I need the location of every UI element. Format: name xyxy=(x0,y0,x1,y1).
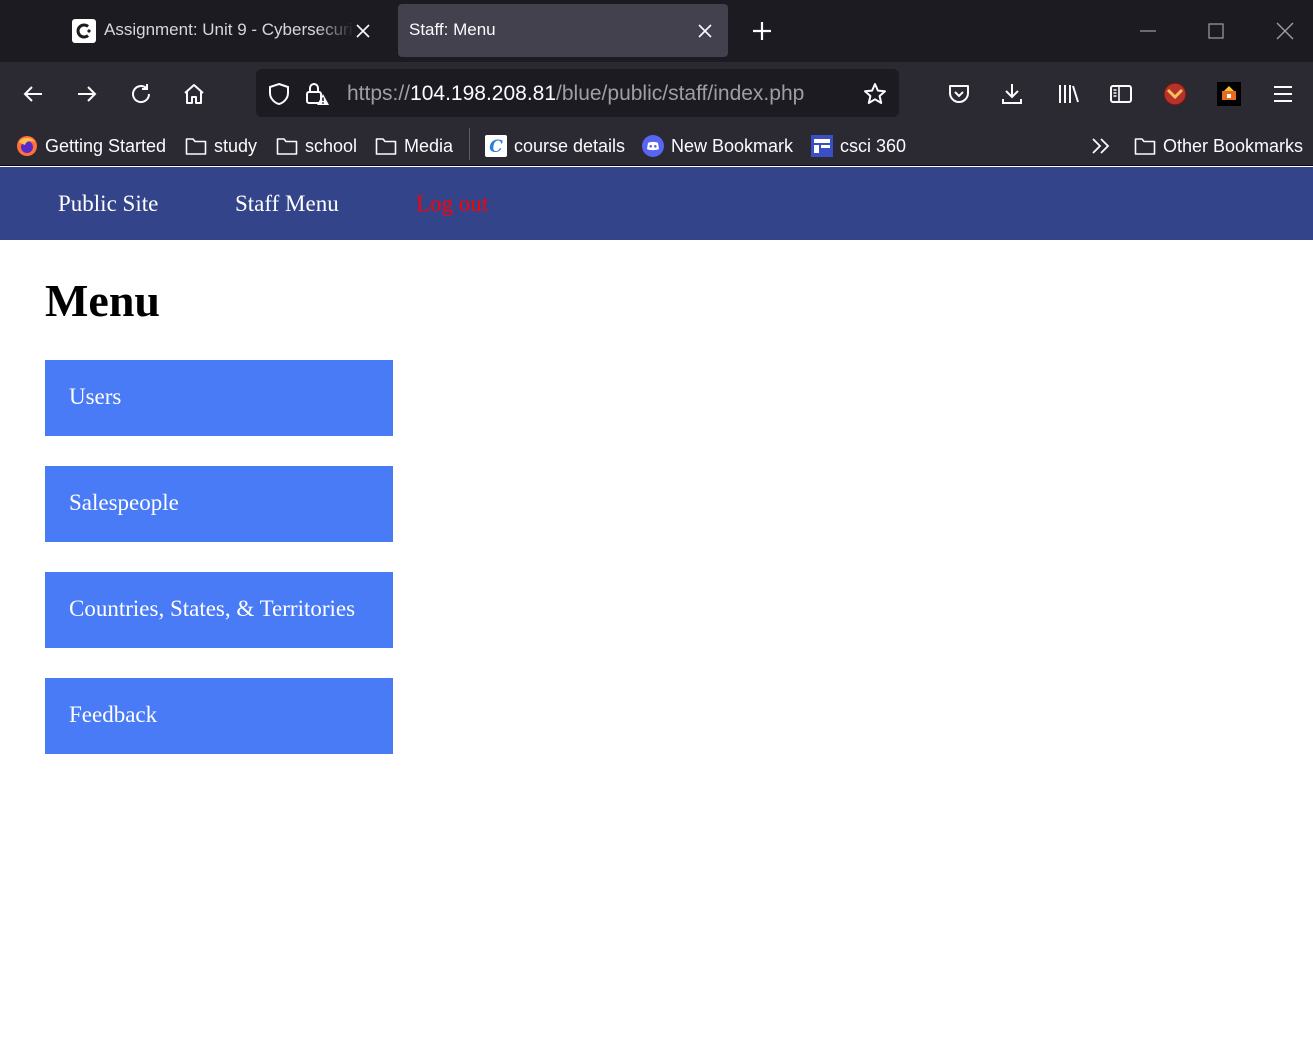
firefox-icon xyxy=(16,135,38,157)
staff-menu-list: Users Salespeople Countries, States, & T… xyxy=(45,360,393,784)
discord-icon xyxy=(642,135,664,157)
url-text[interactable]: https://104.198.208.81/blue/public/staff… xyxy=(347,82,804,106)
public-site-link[interactable]: Public Site xyxy=(58,191,158,217)
insecure-lock-icon[interactable] xyxy=(304,81,330,107)
bookmark-label: study xyxy=(214,135,258,156)
folder-icon xyxy=(185,135,207,157)
new-tab-icon[interactable] xyxy=(748,17,776,45)
close-tab-icon[interactable] xyxy=(352,20,374,42)
bookmarks-toolbar: Getting Started study school Media C cou… xyxy=(0,126,1313,166)
bookmark-folder-school[interactable]: school xyxy=(276,132,357,160)
close-window-icon[interactable] xyxy=(1268,14,1302,48)
folder-icon xyxy=(375,135,397,157)
maximize-icon[interactable] xyxy=(1199,14,1233,48)
calendar-icon xyxy=(811,135,833,157)
tab-staff-menu[interactable]: Staff: Menu xyxy=(398,4,728,57)
pocket-icon[interactable] xyxy=(941,76,977,112)
url-host: 104.198.208.81 xyxy=(410,82,557,105)
tab-title: Staff: Menu xyxy=(409,20,496,39)
reload-icon[interactable] xyxy=(123,76,159,112)
menu-item-users[interactable]: Users xyxy=(45,360,393,436)
minimize-icon[interactable] xyxy=(1131,14,1165,48)
bookmark-folder-media[interactable]: Media xyxy=(375,132,453,160)
tab-bar: Assignment: Unit 9 - Cybersecurity Staff… xyxy=(0,0,1313,62)
star-bookmark-icon[interactable] xyxy=(862,81,888,107)
more-bookmarks-chevron-icon[interactable] xyxy=(1090,132,1112,160)
back-icon[interactable] xyxy=(15,76,51,112)
bookmark-getting-started[interactable]: Getting Started xyxy=(16,132,166,160)
bookmark-label: school xyxy=(305,135,358,156)
extension-icon[interactable] xyxy=(1211,76,1247,112)
bookmark-folder-study[interactable]: study xyxy=(185,132,257,160)
url-bar[interactable]: https://104.198.208.81/blue/public/staff… xyxy=(256,69,899,117)
forward-icon[interactable] xyxy=(69,76,105,112)
canvas-c-icon xyxy=(72,19,96,43)
menu-item-feedback[interactable]: Feedback xyxy=(45,678,393,754)
staff-menu-link[interactable]: Staff Menu xyxy=(235,191,339,217)
bookmark-label: csci 360 xyxy=(840,135,907,156)
other-bookmarks-folder[interactable]: Other Bookmarks xyxy=(1134,132,1303,160)
home-icon[interactable] xyxy=(176,76,212,112)
downloads-icon[interactable] xyxy=(994,76,1030,112)
bookmark-label: Getting Started xyxy=(45,135,167,156)
folder-icon xyxy=(1134,135,1156,157)
tab-title: Assignment: Unit 9 - Cybersecurity xyxy=(104,20,354,39)
shield-icon[interactable] xyxy=(266,81,292,107)
logout-link[interactable]: Log out xyxy=(416,191,488,217)
close-tab-icon[interactable] xyxy=(694,20,716,42)
canvas-c-icon: C xyxy=(485,135,507,157)
menu-icon[interactable] xyxy=(1265,76,1301,112)
bookmark-label: New Bookmark xyxy=(671,135,794,156)
bookmark-new-bookmark[interactable]: New Bookmark xyxy=(642,132,793,160)
library-icon[interactable] xyxy=(1050,76,1086,112)
bookmark-course-details[interactable]: C course details xyxy=(485,132,625,160)
bookmark-csci-360[interactable]: csci 360 xyxy=(811,132,906,160)
menu-item-countries-states-territories[interactable]: Countries, States, & Territories xyxy=(45,572,393,648)
tab-assignment[interactable]: Assignment: Unit 9 - Cybersecurity xyxy=(60,4,386,57)
folder-icon xyxy=(276,135,298,157)
svg-text:C: C xyxy=(489,137,503,157)
menu-item-salespeople[interactable]: Salespeople xyxy=(45,466,393,542)
bookmark-label: Media xyxy=(404,135,454,156)
bookmark-label: course details xyxy=(514,135,626,156)
url-scheme: https:// xyxy=(347,82,411,105)
site-navigation: Public Site Staff Menu Log out xyxy=(0,167,1313,240)
page-title: Menu xyxy=(45,275,160,326)
extension-fox-icon[interactable] xyxy=(1157,76,1193,112)
sidebar-icon[interactable] xyxy=(1103,76,1139,112)
bookmark-label: Other Bookmarks xyxy=(1163,135,1304,156)
navigation-toolbar: https://104.198.208.81/blue/public/staff… xyxy=(0,62,1313,126)
bookmark-separator xyxy=(469,128,470,160)
url-path: /blue/public/staff/index.php xyxy=(556,82,805,105)
